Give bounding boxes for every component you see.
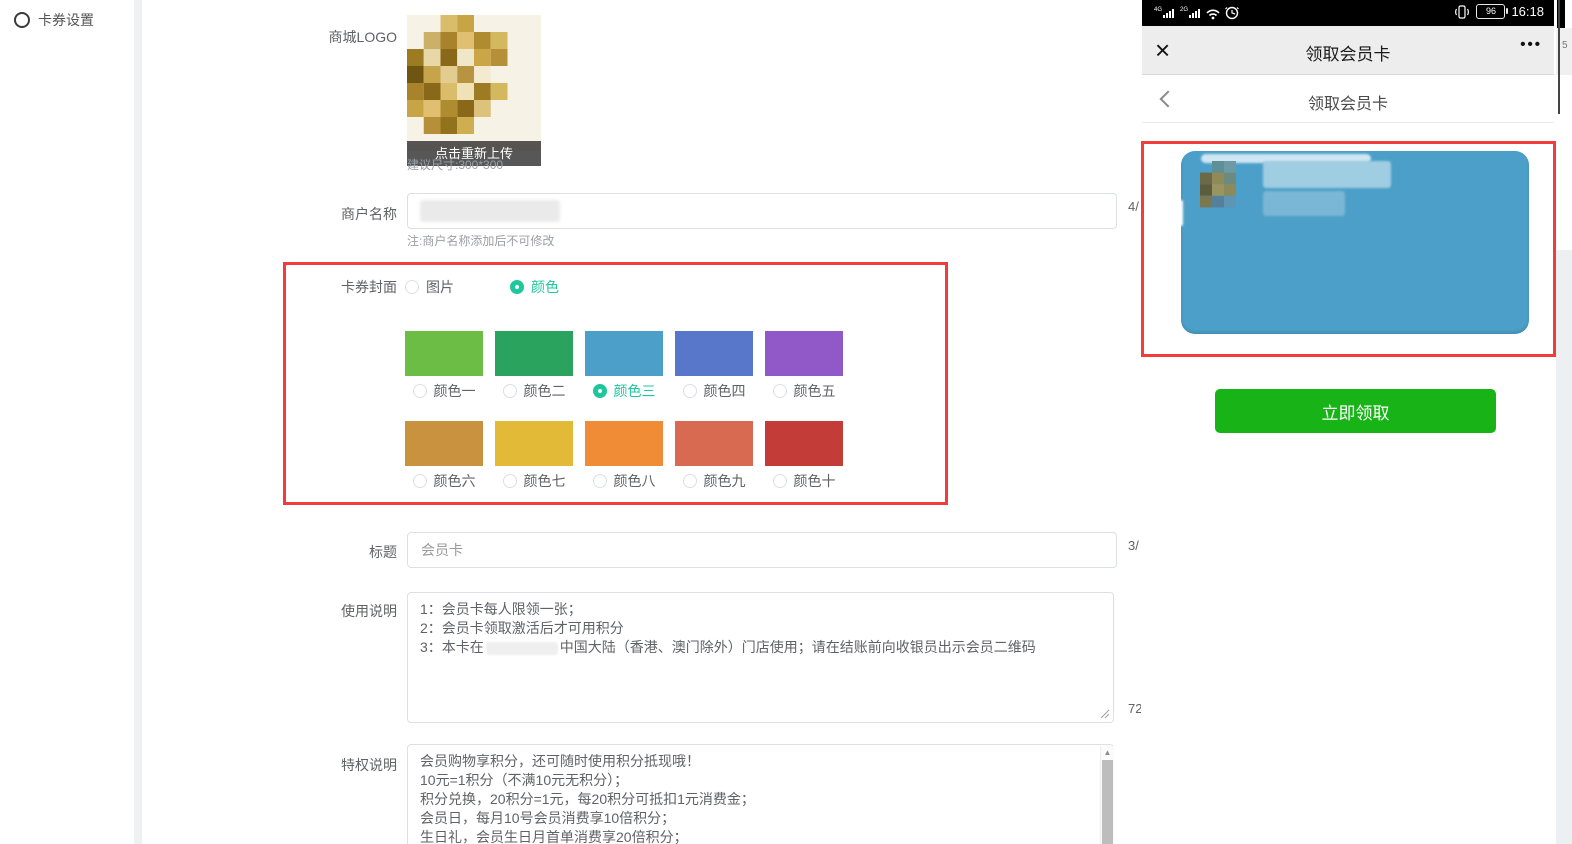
edge-text-fragment: 5 [1562,40,1568,51]
usage-line-3: 3：本卡在中国大陆（香港、澳门除外）门店使用；请在结账前向收银员出示会员二维码 [420,638,1101,657]
privilege-line: 生日礼，会员生日月首单消费享20倍积分； [420,828,1101,844]
cover-color-label[interactable]: 颜色 [531,277,559,297]
color-swatch[interactable] [675,331,753,376]
color-option[interactable]: 颜色六 [405,471,483,491]
page-header-title: 领取会员卡 [1142,90,1554,114]
color-option[interactable]: 颜色九 [675,471,753,491]
privilege-label: 特权说明 [287,755,397,775]
merchant-name-counter: 4/ [1128,199,1141,214]
color-swatch[interactable] [765,421,843,466]
color-swatch-row-1 [405,331,843,376]
sidebar-item-card-settings[interactable]: 卡券设置 [14,10,94,30]
phone-statusbar: 4G 2G 96 [1142,0,1554,26]
svg-text:4G: 4G [1154,7,1162,13]
cover-image-radio[interactable] [405,280,419,294]
usage-line-2: 2：会员卡领取激活后才可用积分 [420,619,1101,638]
sidebar-divider [134,0,142,844]
logo-size-hint: 建议尺寸:300*300 [407,156,503,173]
privilege-line: 10元=1积分（不满10元无积分）； [420,771,1101,790]
annotation-rectangle-card [1141,141,1556,357]
edge-vertical-line [1558,0,1560,114]
color-option[interactable]: 颜色二 [495,381,573,401]
scrollbar-thumb[interactable] [1102,760,1113,844]
color-option[interactable]: 颜色五 [765,381,843,401]
privilege-line: 会员日，每月10号会员消费享10倍积分； [420,809,1101,828]
wechat-navbar: × 领取会员卡 ••• [1142,26,1554,75]
brand-name-blur [486,642,558,655]
signal-wifi-alarm-icons: 4G 2G [1154,4,1254,22]
color-swatch[interactable] [405,421,483,466]
statusbar-left-icons: 4G 2G [1154,4,1254,27]
logo-label: 商城LOGO [287,27,397,47]
scrollbar-up-arrow-icon[interactable]: ▲ [1101,748,1114,758]
color-option[interactable]: 颜色七 [495,471,573,491]
window-edge-strip: 5 [1556,0,1572,844]
color-swatch[interactable] [585,331,663,376]
resize-grip-icon[interactable] [1100,709,1110,719]
usage-counter: 72 [1128,701,1141,716]
color-swatch[interactable] [495,331,573,376]
svg-text:2G: 2G [1180,7,1188,13]
title-label: 标题 [287,542,397,562]
card-cover-label: 卡券封面 [287,277,397,297]
usage-label: 使用说明 [287,601,397,621]
statusbar-right-icons: 96 16:18 [1454,4,1544,19]
usage-textarea[interactable]: 1：会员卡每人限领一张； 2：会员卡领取激活后才可用积分 3：本卡在中国大陆（香… [407,592,1114,723]
merchant-name-note: 注:商户名称添加后不可修改 [407,232,554,249]
merchant-name-blurred-value [420,200,560,222]
title-counter: 3/ [1128,538,1141,553]
screen: 卡券设置 商城LOGO 点击重新上传 建议尺寸:3 [0,0,1572,844]
cover-type-options: 图片 颜色 [405,277,559,297]
logo-upload[interactable]: 点击重新上传 [407,15,541,151]
sidebar-item-label: 卡券设置 [38,10,94,30]
sidebar: 卡券设置 [0,0,134,844]
color-swatch[interactable] [495,421,573,466]
merchant-name-label: 商户名称 [287,204,397,224]
color-swatch[interactable] [585,421,663,466]
color-option[interactable]: 颜色一 [405,381,483,401]
color-option[interactable]: 颜色四 [675,381,753,401]
vibrate-icon [1454,5,1470,19]
privilege-line: 会员购物享积分，还可随时使用积分抵现哦！ [420,752,1101,771]
privilege-textarea[interactable]: 会员购物享积分，还可随时使用积分抵现哦！ 10元=1积分（不满10元无积分）； … [407,744,1114,844]
color-swatch-row-2 [405,421,843,466]
privilege-scrollbar[interactable]: ▲ [1100,746,1114,844]
page-header: 领取会员卡 [1142,75,1554,123]
cover-color-radio[interactable] [510,280,524,294]
statusbar-time: 16:18 [1511,4,1544,19]
radio-circle-icon [14,12,30,28]
usage-line-1: 1：会员卡每人限领一张； [420,600,1101,619]
title-input[interactable] [407,532,1117,568]
cover-image-label[interactable]: 图片 [426,277,454,297]
more-menu-icon[interactable]: ••• [1520,36,1542,53]
color-label-row-1: 颜色一 颜色二 颜色三 颜色四 颜色五 [405,381,843,401]
color-option-selected[interactable]: 颜色三 [585,381,663,401]
battery-icon: 96 [1476,4,1505,19]
color-swatch[interactable] [405,331,483,376]
edge-panel-segment [1556,250,1572,844]
color-option[interactable]: 颜色十 [765,471,843,491]
navbar-title: 领取会员卡 [1142,40,1554,65]
color-option[interactable]: 颜色八 [585,471,663,491]
privilege-line: 积分兑换，20积分=1元，每20积分可抵扣1元消费金； [420,790,1101,809]
color-swatch[interactable] [675,421,753,466]
claim-now-button[interactable]: 立即领取 [1215,389,1496,433]
color-swatch[interactable] [765,331,843,376]
logo-image-mosaic [407,15,541,151]
phone-preview: 4G 2G 96 [1142,0,1554,844]
color-label-row-2: 颜色六 颜色七 颜色八 颜色九 颜色十 [405,471,843,491]
